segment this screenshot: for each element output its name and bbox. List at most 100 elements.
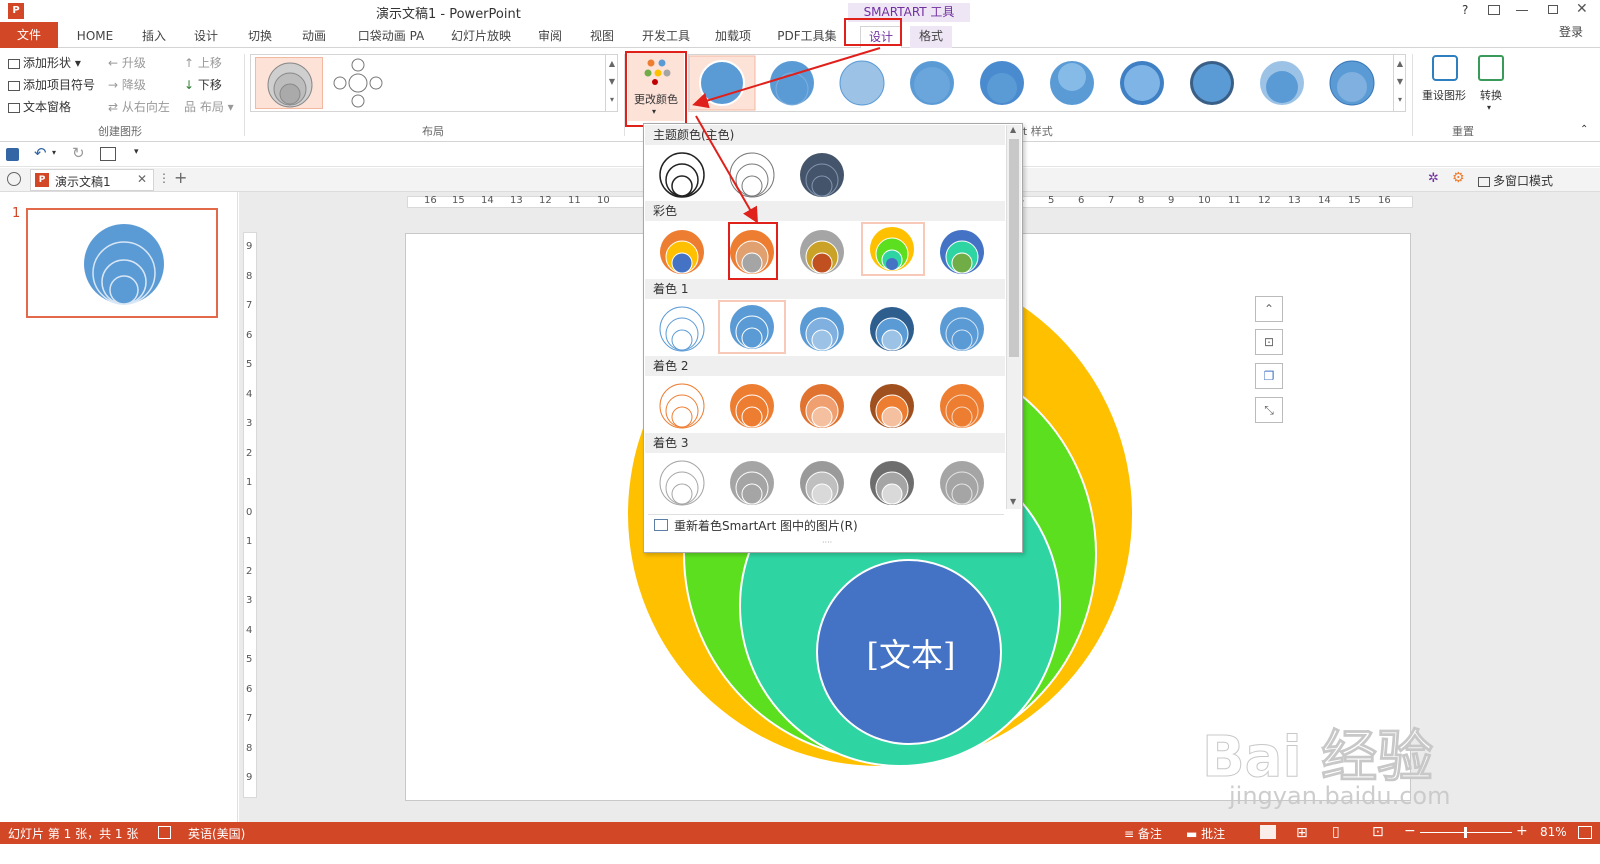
ribbon-display-icon[interactable] — [1488, 5, 1500, 15]
spelling-icon[interactable] — [158, 826, 171, 839]
notes-button[interactable]: ≡ 备注 — [1124, 825, 1162, 842]
layout-options-up-icon[interactable]: ⌃ — [1255, 296, 1283, 322]
add-shape-button[interactable]: 添加形状 ▾ — [8, 53, 81, 73]
color-option[interactable] — [934, 378, 990, 434]
document-tab[interactable]: P 演示文稿1 ✕ — [30, 169, 154, 191]
zoom-slider[interactable] — [1420, 827, 1512, 838]
zoom-out-icon[interactable]: − — [1404, 823, 1416, 839]
comments-button[interactable]: ▬ 批注 — [1186, 825, 1225, 842]
color-option[interactable] — [934, 224, 990, 280]
reading-view-icon[interactable]: ▯ — [1332, 824, 1340, 840]
color-option[interactable] — [934, 301, 990, 357]
tab-transitions[interactable]: 切换 — [238, 26, 282, 48]
tab-file[interactable]: 文件 — [0, 22, 58, 48]
tab-slideshow[interactable]: 幻灯片放映 — [446, 26, 516, 48]
resize-grip-icon[interactable]: ···· — [822, 538, 832, 547]
zoom-in-icon[interactable]: + — [1516, 823, 1528, 839]
tab-smartart-format[interactable]: 格式 — [910, 26, 952, 48]
color-option[interactable] — [864, 455, 920, 511]
layout-option-nested-circles[interactable] — [255, 57, 323, 109]
arrange-icon[interactable]: ❐ — [1255, 363, 1283, 389]
customize-qat-icon[interactable]: ▾ — [134, 147, 139, 157]
color-option[interactable] — [724, 378, 780, 434]
scroll-down-icon[interactable]: ▼ — [1010, 497, 1016, 506]
tab-view[interactable]: 视图 — [580, 26, 624, 48]
gallery-scroll-icon[interactable]: ▲ ▼ ▾ — [1393, 55, 1406, 111]
scroll-up-icon[interactable]: ▲ — [1010, 125, 1016, 134]
slideshow-view-icon[interactable]: ⊡ — [1372, 824, 1384, 840]
tab-design[interactable]: 设计 — [184, 26, 228, 48]
move-up-button[interactable]: ↑ 上移 — [184, 53, 222, 73]
tab-insert[interactable]: 插入 — [132, 26, 176, 48]
align-center-icon[interactable]: ⊡ — [1255, 329, 1283, 355]
collapse-ribbon-icon[interactable]: ⌃ — [1580, 124, 1588, 135]
tab-menu-icon[interactable]: ⋮ — [158, 171, 170, 185]
tab-home[interactable]: HOME — [70, 26, 120, 48]
promote-button[interactable]: ← 升级 — [108, 53, 146, 73]
color-option[interactable] — [654, 455, 710, 511]
add-bullet-button[interactable]: 添加项目符号 — [8, 75, 95, 95]
layout-option-radial[interactable] — [331, 57, 385, 109]
tab-pdf-tools[interactable]: PDF工具集 — [774, 26, 840, 48]
right-to-left-button[interactable]: ⇄ 从右向左 — [108, 97, 170, 117]
color-option[interactable] — [794, 224, 850, 280]
slide-info[interactable]: 幻灯片 第 1 张，共 1 张 — [8, 825, 138, 842]
gallery-scroll-icon[interactable]: ▲ ▼ ▾ — [605, 55, 618, 111]
redo-icon[interactable]: ↻ — [72, 144, 85, 162]
smartart-text-placeholder[interactable]: [文本] — [836, 630, 986, 676]
tab-review[interactable]: 审阅 — [528, 26, 572, 48]
color-option[interactable] — [654, 378, 710, 434]
color-option[interactable] — [794, 378, 850, 434]
slide-thumbnail[interactable] — [26, 208, 218, 318]
recolor-pictures-option[interactable]: 重新着色SmartArt 图中的图片(R) — [648, 514, 1004, 536]
dropdown-scrollbar[interactable]: ▲ ▼ — [1006, 125, 1021, 509]
layout-gallery[interactable]: ▲ ▼ ▾ — [250, 54, 618, 112]
powerpoint-logo-icon[interactable]: P — [8, 3, 24, 19]
reset-graphic-button[interactable]: 重设图形 — [1418, 53, 1470, 113]
slide-sorter-icon[interactable]: ⊞ — [1296, 825, 1308, 841]
zoom-slider-thumb[interactable] — [1464, 827, 1467, 838]
start-slideshow-icon[interactable] — [100, 147, 116, 161]
color-option[interactable] — [794, 455, 850, 511]
language-indicator[interactable]: 英语(美国) — [188, 825, 245, 842]
color-option[interactable] — [654, 147, 710, 203]
color-option[interactable] — [794, 301, 850, 357]
maximize-icon[interactable] — [1548, 5, 1558, 14]
color-option[interactable] — [724, 455, 780, 511]
close-tab-icon[interactable]: ✕ — [137, 172, 147, 186]
save-icon[interactable] — [6, 148, 19, 161]
text-pane-button[interactable]: 文本窗格 — [8, 97, 71, 117]
tab-animations[interactable]: 动画 — [292, 26, 336, 48]
clock-icon[interactable] — [7, 172, 21, 186]
minimize-icon[interactable] — [1516, 10, 1528, 11]
fit-slide-icon[interactable] — [1578, 826, 1592, 839]
tab-developer[interactable]: 开发工具 — [636, 26, 696, 48]
convert-button[interactable]: 转换 ▾ — [1474, 53, 1508, 117]
magic-wand-icon[interactable]: ✲ — [1428, 171, 1439, 186]
new-tab-icon[interactable]: + — [174, 168, 187, 187]
color-option[interactable] — [654, 224, 710, 280]
smartart-styles-gallery[interactable]: ▲ ▼ ▾ — [688, 54, 1406, 112]
undo-icon[interactable]: ↶ — [34, 144, 47, 162]
scroll-thumb[interactable] — [1009, 139, 1019, 357]
color-option[interactable] — [934, 455, 990, 511]
undo-dropdown-icon[interactable]: ▾ — [52, 148, 56, 157]
resize-icon[interactable]: ⤡ — [1255, 397, 1283, 423]
color-option[interactable] — [654, 301, 710, 357]
tab-addins[interactable]: 加载项 — [708, 26, 758, 48]
tab-pocket-animation[interactable]: 口袋动画 PA — [352, 26, 430, 48]
help-button[interactable]: ? — [1462, 3, 1468, 17]
color-option[interactable] — [724, 301, 780, 357]
multiwindow-mode-button[interactable]: 多窗口模式 — [1478, 172, 1553, 189]
color-option[interactable] — [794, 147, 850, 203]
settings-gear-icon[interactable]: ⚙ — [1452, 170, 1465, 186]
zoom-level[interactable]: 81% — [1540, 825, 1567, 839]
layout-dropdown-button[interactable]: 品 布局 ▾ — [184, 97, 234, 117]
demote-button[interactable]: → 降级 — [108, 75, 146, 95]
color-option[interactable] — [864, 224, 920, 280]
move-down-button[interactable]: ↓ 下移 — [184, 75, 222, 95]
color-option[interactable] — [864, 301, 920, 357]
login-link[interactable]: 登录 — [1548, 22, 1594, 44]
close-icon[interactable]: ✕ — [1576, 1, 1588, 17]
color-option[interactable] — [864, 378, 920, 434]
